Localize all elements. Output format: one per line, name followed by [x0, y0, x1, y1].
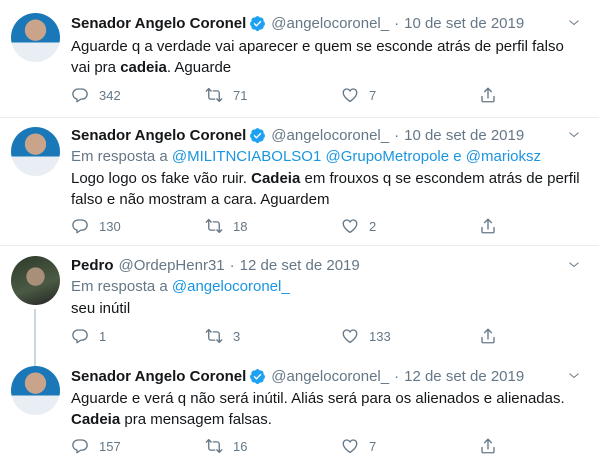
author-handle[interactable]: @angelocoronel_: [271, 15, 389, 32]
verified-badge-icon: [249, 127, 266, 144]
reply-button[interactable]: 342: [71, 85, 121, 105]
thread-line: [34, 309, 36, 369]
tweet-date[interactable]: 10 de set de 2019: [404, 127, 524, 144]
like-icon: [341, 327, 359, 345]
tweet-header: Senador Angelo Coronel @angelocoronel_ ·…: [71, 12, 524, 34]
reply-count: 157: [99, 438, 121, 454]
share-button[interactable]: [479, 85, 507, 105]
retweet-button[interactable]: 3: [205, 326, 240, 346]
reply-icon: [71, 327, 89, 345]
tweet-text: seu inútil: [71, 300, 131, 317]
retweet-button[interactable]: 18: [205, 216, 247, 236]
author-name[interactable]: Senador Angelo Coronel: [71, 127, 246, 144]
reply-button[interactable]: 157: [71, 436, 121, 456]
action-bar: 342 71 7: [71, 85, 501, 105]
reply-context: Em resposta a @MILITNCIABOLSO1 @GrupoMet…: [71, 148, 542, 165]
share-icon: [479, 437, 497, 455]
retweet-count: 3: [233, 328, 241, 344]
like-button[interactable]: 7: [341, 436, 376, 456]
separator-dot: ·: [394, 14, 400, 32]
like-button[interactable]: 7: [341, 85, 376, 105]
like-count: 133: [369, 328, 391, 344]
tweet-date[interactable]: 10 de set de 2019: [404, 15, 524, 32]
retweet-count: 71: [233, 87, 248, 103]
retweet-button[interactable]: 71: [205, 85, 247, 105]
reply-context: Em resposta a @angelocoronel_: [71, 278, 290, 295]
avatar[interactable]: [11, 366, 60, 415]
like-count: 7: [369, 438, 377, 454]
like-count: 2: [369, 218, 377, 234]
share-icon: [479, 217, 497, 235]
tweet-date[interactable]: 12 de set de 2019: [404, 368, 524, 385]
author-name[interactable]: Senador Angelo Coronel: [71, 15, 246, 32]
reply-count: 342: [99, 87, 121, 103]
bold-text: Cadeia: [71, 411, 121, 428]
mention-links[interactable]: @angelocoronel_: [172, 278, 290, 295]
tweet-header: Senador Angelo Coronel @angelocoronel_ ·…: [71, 124, 524, 146]
retweet-count: 18: [233, 218, 248, 234]
bold-text: Cadeia: [251, 170, 301, 187]
tweet[interactable]: Senador Angelo Coronel @angelocoronel_ ·…: [0, 118, 599, 245]
separator-dot: ·: [394, 126, 400, 144]
reply-count: 1: [99, 328, 107, 344]
share-icon: [479, 86, 497, 104]
reply-icon: [71, 217, 89, 235]
tweet-header: Senador Angelo Coronel @angelocoronel_ ·…: [71, 365, 524, 387]
retweet-button[interactable]: 16: [205, 436, 247, 456]
reply-button[interactable]: 130: [71, 216, 121, 236]
share-icon: [479, 327, 497, 345]
chevron-down-icon[interactable]: [567, 369, 581, 383]
share-button[interactable]: [479, 326, 507, 346]
action-bar: 130 18 2: [71, 216, 501, 236]
tweet-header: Pedro @OrdepHenr31 · 12 de set de 2019: [71, 254, 360, 276]
retweet-count: 16: [233, 438, 248, 454]
tweet[interactable]: Pedro @OrdepHenr31 · 12 de set de 2019 E…: [0, 246, 599, 369]
retweet-icon: [205, 217, 223, 235]
like-icon: [341, 217, 359, 235]
author-handle[interactable]: @OrdepHenr31: [119, 257, 225, 274]
tweet-text: Aguarde e verá q não será inútil. Aliás …: [71, 390, 565, 428]
chevron-down-icon[interactable]: [567, 128, 581, 142]
reply-icon: [71, 437, 89, 455]
chevron-down-icon[interactable]: [567, 16, 581, 30]
like-icon: [341, 437, 359, 455]
share-button[interactable]: [479, 216, 507, 236]
reply-button[interactable]: 1: [71, 326, 106, 346]
author-name[interactable]: Senador Angelo Coronel: [71, 368, 246, 385]
verified-badge-icon: [249, 368, 266, 385]
retweet-icon: [205, 327, 223, 345]
like-button[interactable]: 2: [341, 216, 376, 236]
separator-dot: ·: [229, 256, 235, 274]
chevron-down-icon[interactable]: [567, 258, 581, 272]
verified-badge-icon: [249, 15, 266, 32]
tweet[interactable]: Senador Angelo Coronel @angelocoronel_ ·…: [0, 0, 599, 117]
bold-text: cadeia: [120, 59, 167, 76]
author-handle[interactable]: @angelocoronel_: [271, 368, 389, 385]
avatar[interactable]: [11, 127, 60, 176]
retweet-icon: [205, 437, 223, 455]
mention-links[interactable]: @MILITNCIABOLSO1 @GrupoMetropole e @mari…: [172, 148, 541, 165]
avatar[interactable]: [11, 13, 60, 62]
tweet-text: Logo logo os fake vão ruir. Cadeia em fr…: [71, 170, 580, 208]
tweet[interactable]: Senador Angelo Coronel @angelocoronel_ ·…: [0, 361, 599, 465]
like-icon: [341, 86, 359, 104]
retweet-icon: [205, 86, 223, 104]
author-name[interactable]: Pedro: [71, 257, 114, 274]
author-handle[interactable]: @angelocoronel_: [271, 127, 389, 144]
like-count: 7: [369, 87, 377, 103]
like-button[interactable]: 133: [341, 326, 391, 346]
avatar[interactable]: [11, 256, 60, 305]
tweet-text: Aguarde q a verdade vai aparecer e quem …: [71, 38, 564, 76]
tweet-date[interactable]: 12 de set de 2019: [240, 257, 360, 274]
share-button[interactable]: [479, 436, 507, 456]
reply-count: 130: [99, 218, 121, 234]
separator-dot: ·: [394, 367, 400, 385]
action-bar: 1 3 133: [71, 326, 501, 346]
action-bar: 157 16 7: [71, 436, 501, 456]
reply-icon: [71, 86, 89, 104]
